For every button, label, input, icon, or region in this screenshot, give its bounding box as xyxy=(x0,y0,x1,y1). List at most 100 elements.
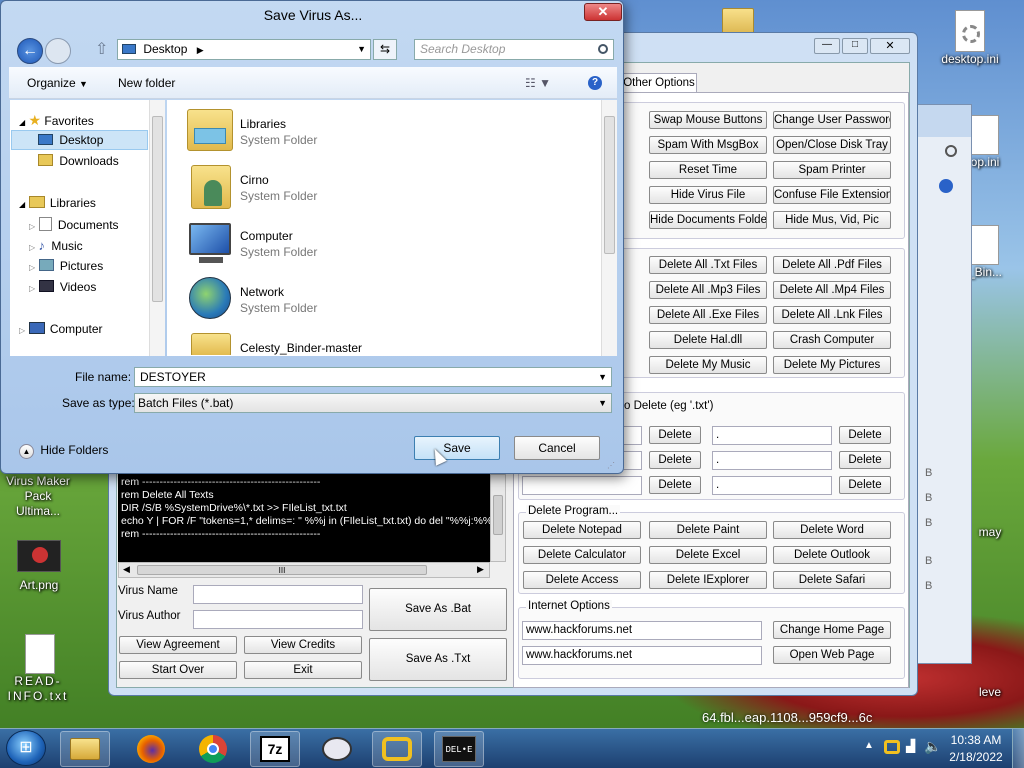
nav-videos[interactable]: ▷ Videos xyxy=(29,280,96,294)
delete-access-button[interactable]: Delete Access xyxy=(523,571,641,589)
hide-folders-button[interactable]: ▲ Hide Folders xyxy=(19,443,108,459)
file-list-scrollbar[interactable] xyxy=(601,100,617,356)
spam-printer-button[interactable]: Spam Printer xyxy=(773,161,891,179)
delete-all-exe-button[interactable]: Delete All .Exe Files xyxy=(649,306,767,324)
chevron-down-icon[interactable]: ▼ xyxy=(357,40,366,59)
taskbar-bandizip[interactable] xyxy=(372,731,422,767)
nav-favorites[interactable]: ◢ ★ Favorites xyxy=(19,112,94,129)
scroll-left-arrow-icon[interactable]: ◀ xyxy=(123,564,130,575)
save-as-bat-button[interactable]: Save As .Bat xyxy=(369,588,507,631)
tray-expand-icon[interactable]: ▲ xyxy=(864,740,874,751)
scroll-thumb[interactable]: III xyxy=(137,565,427,575)
home-page-url-input[interactable]: www.hackforums.net xyxy=(522,621,762,640)
save-button[interactable]: Save xyxy=(414,436,500,460)
delete-extension-button[interactable]: Delete xyxy=(649,426,701,444)
nav-documents[interactable]: ▷ Documents xyxy=(29,217,119,232)
delete-my-music-button[interactable]: Delete My Music xyxy=(649,356,767,374)
desktop-icon-desktop-ini[interactable]: desktop.ini xyxy=(935,10,1005,66)
nav-computer[interactable]: ▷ Computer xyxy=(19,322,103,336)
delete-paint-button[interactable]: Delete Paint xyxy=(649,521,767,539)
start-over-button[interactable]: Start Over xyxy=(119,661,237,679)
virus-name-input[interactable] xyxy=(193,585,363,604)
desktop-icon-virus-maker[interactable]: Virus Maker Pack Ultima... xyxy=(2,474,78,519)
hide-virus-file-button[interactable]: Hide Virus File xyxy=(649,186,767,204)
start-button[interactable]: ⊞ xyxy=(6,730,46,766)
file-item-computer[interactable]: Computer System Folder xyxy=(187,219,387,269)
hide-documents-folder-button[interactable]: Hide Documents Folder xyxy=(649,211,767,229)
new-folder-button[interactable]: New folder xyxy=(118,76,175,90)
open-close-disk-tray-button[interactable]: Open/Close Disk Tray xyxy=(773,136,891,154)
code-horizontal-scrollbar[interactable]: ◀ III ▶ xyxy=(118,562,490,578)
code-vertical-scrollbar[interactable] xyxy=(490,474,506,562)
delete-my-pictures-button[interactable]: Delete My Pictures xyxy=(773,356,891,374)
delete-all-lnk-button[interactable]: Delete All .Lnk Files xyxy=(773,306,891,324)
change-home-page-button[interactable]: Change Home Page xyxy=(773,621,891,639)
delete-word-button[interactable]: Delete Word xyxy=(773,521,891,539)
nav-downloads[interactable]: Downloads xyxy=(38,154,119,168)
delete-calculator-button[interactable]: Delete Calculator xyxy=(523,546,641,564)
chevron-down-icon[interactable]: ▼ xyxy=(598,368,607,386)
delete-all-txt-button[interactable]: Delete All .Txt Files xyxy=(649,256,767,274)
view-options-icon[interactable]: ☷ ▼ xyxy=(525,76,551,90)
open-page-url-input[interactable]: www.hackforums.net xyxy=(522,646,762,665)
code-editor[interactable]: rem ------------------------------------… xyxy=(118,474,490,562)
nav-scrollbar[interactable] xyxy=(149,100,165,356)
change-user-password-button[interactable]: Change User Password xyxy=(773,111,891,129)
organize-button[interactable]: Organize ▼ xyxy=(27,76,88,90)
back-button[interactable]: ← xyxy=(17,38,43,64)
tray-bandizip-icon[interactable] xyxy=(884,740,900,754)
save-type-select[interactable]: Batch Files (*.bat) ▼ xyxy=(134,393,612,413)
virus-author-input[interactable] xyxy=(193,610,363,629)
tray-network-icon[interactable]: ▟ xyxy=(906,739,915,753)
desktop-icon-art[interactable]: Art.png xyxy=(4,540,74,592)
taskbar-chrome[interactable] xyxy=(188,731,238,767)
extension-input[interactable]: . xyxy=(712,451,832,470)
delete-hal-dll-button[interactable]: Delete Hal.dll xyxy=(649,331,767,349)
exit-button[interactable]: Exit xyxy=(244,661,362,679)
taskbar-delwe[interactable]: DEL•E xyxy=(434,731,484,767)
taskbar-firefox[interactable] xyxy=(126,731,176,767)
address-bar[interactable]: Desktop ▶ ▼ xyxy=(117,39,371,60)
delete-safari-button[interactable]: Delete Safari xyxy=(773,571,891,589)
file-item-celesty[interactable]: Celesty_Binder-master xyxy=(187,331,407,355)
extension-input[interactable]: . xyxy=(712,426,832,445)
resize-grip-icon[interactable]: ⋰ xyxy=(607,461,615,470)
nav-pictures[interactable]: ▷ Pictures xyxy=(29,259,103,273)
search-input[interactable]: Search Desktop xyxy=(414,39,614,60)
cancel-button[interactable]: Cancel xyxy=(514,436,600,460)
delete-extension-button[interactable]: Delete xyxy=(839,451,891,469)
file-item-libraries[interactable]: Libraries System Folder xyxy=(187,107,387,157)
open-web-page-button[interactable]: Open Web Page xyxy=(773,646,891,664)
hide-mus-vid-pic-button[interactable]: Hide Mus, Vid, Pic xyxy=(773,211,891,229)
desktop-icon-readme[interactable]: READ-INFO.txt xyxy=(2,634,78,704)
show-desktop-button[interactable] xyxy=(1012,729,1024,768)
nav-libraries[interactable]: ◢ Libraries xyxy=(19,196,96,210)
clock-time[interactable]: 10:38 AM xyxy=(948,733,1004,747)
view-credits-button[interactable]: View Credits xyxy=(244,636,362,654)
delete-excel-button[interactable]: Delete Excel xyxy=(649,546,767,564)
confuse-file-extensions-button[interactable]: Confuse File Extensions xyxy=(773,186,891,204)
file-item-cirno[interactable]: Cirno System Folder xyxy=(187,163,387,213)
crash-computer-button[interactable]: Crash Computer xyxy=(773,331,891,349)
close-button[interactable]: ✕ xyxy=(870,38,910,54)
minimize-button[interactable]: — xyxy=(814,38,840,54)
delete-all-pdf-button[interactable]: Delete All .Pdf Files xyxy=(773,256,891,274)
delete-all-mp4-button[interactable]: Delete All .Mp4 Files xyxy=(773,281,891,299)
delete-notepad-button[interactable]: Delete Notepad xyxy=(523,521,641,539)
delete-extension-button[interactable]: Delete xyxy=(839,426,891,444)
extension-input[interactable]: . xyxy=(712,476,832,495)
taskbar-explorer[interactable] xyxy=(60,731,110,767)
help-icon[interactable]: ? xyxy=(588,76,602,90)
delete-iexplorer-button[interactable]: Delete IExplorer xyxy=(649,571,767,589)
save-as-txt-button[interactable]: Save As .Txt xyxy=(369,638,507,681)
file-name-input[interactable]: DESTOYER ▼ xyxy=(134,367,612,387)
forward-button[interactable] xyxy=(45,38,71,64)
delete-extension-button[interactable]: Delete xyxy=(649,476,701,494)
close-button[interactable]: ✕ xyxy=(584,3,622,21)
desktop-icon-lever[interactable]: leve xyxy=(960,685,1020,699)
swap-mouse-buttons-button[interactable]: Swap Mouse Buttons xyxy=(649,111,767,129)
nav-desktop[interactable]: Desktop xyxy=(38,133,103,147)
spam-msgbox-button[interactable]: Spam With MsgBox xyxy=(649,136,767,154)
refresh-button[interactable]: ⇆ xyxy=(373,39,397,60)
extension-input-left[interactable] xyxy=(522,476,642,495)
